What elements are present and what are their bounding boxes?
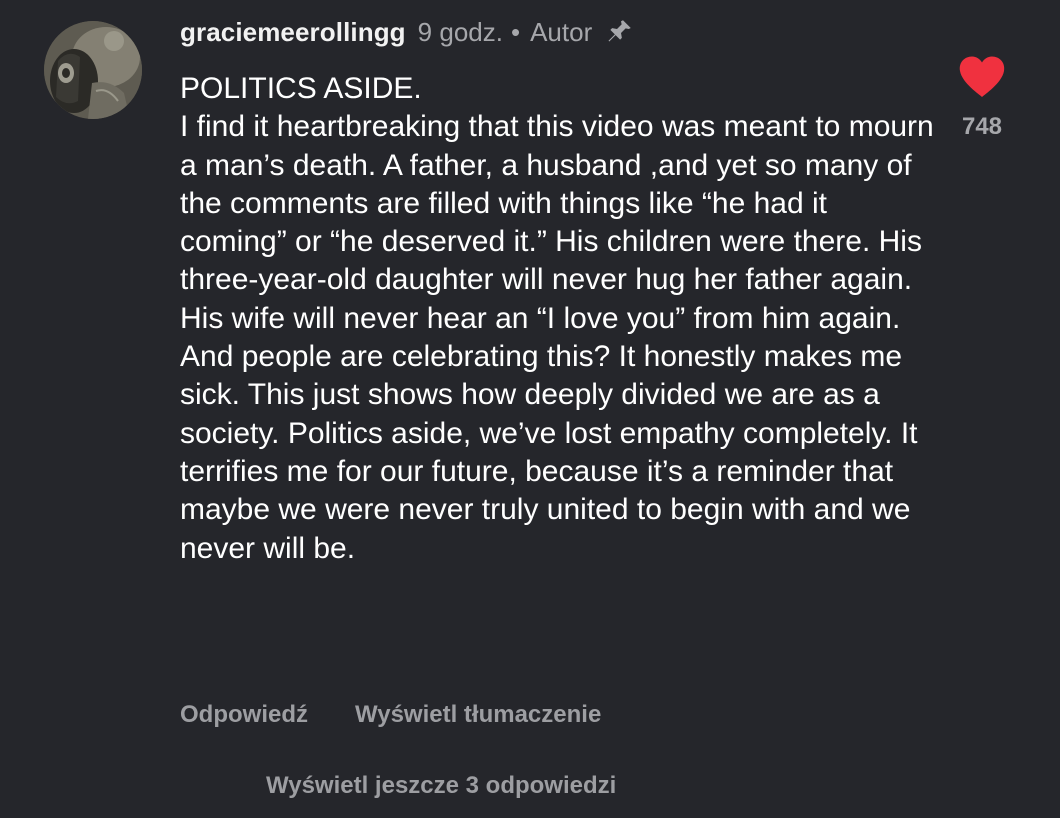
- comment: graciemeerollingg 9 godz. • Autor POLITI…: [0, 0, 1060, 818]
- view-more-replies-button[interactable]: Wyświetl jeszcze 3 odpowiedzi: [266, 768, 616, 804]
- timestamp: 9 godz.: [417, 16, 503, 47]
- separator-dot: •: [510, 16, 521, 47]
- comment-actions: Odpowiedź Wyświetl tłumaczenie: [180, 698, 601, 732]
- like-count: 748: [961, 113, 1003, 140]
- avatar[interactable]: [44, 21, 142, 119]
- heart-icon[interactable]: [958, 55, 1006, 99]
- author-badge: Autor: [530, 16, 593, 47]
- username[interactable]: graciemeerollingg: [180, 17, 406, 48]
- translate-button[interactable]: Wyświetl tłumaczenie: [355, 701, 601, 729]
- pin-icon: [604, 17, 634, 47]
- comment-header: graciemeerollingg 9 godz. • Autor: [180, 12, 634, 52]
- comment-text: POLITICS ASIDE. I find it heartbreaking …: [180, 72, 934, 565]
- heart-shape: [959, 56, 1005, 97]
- like-button[interactable]: 748: [955, 55, 1009, 141]
- avatar-image: [44, 21, 142, 119]
- reply-button[interactable]: Odpowiedź: [180, 701, 308, 729]
